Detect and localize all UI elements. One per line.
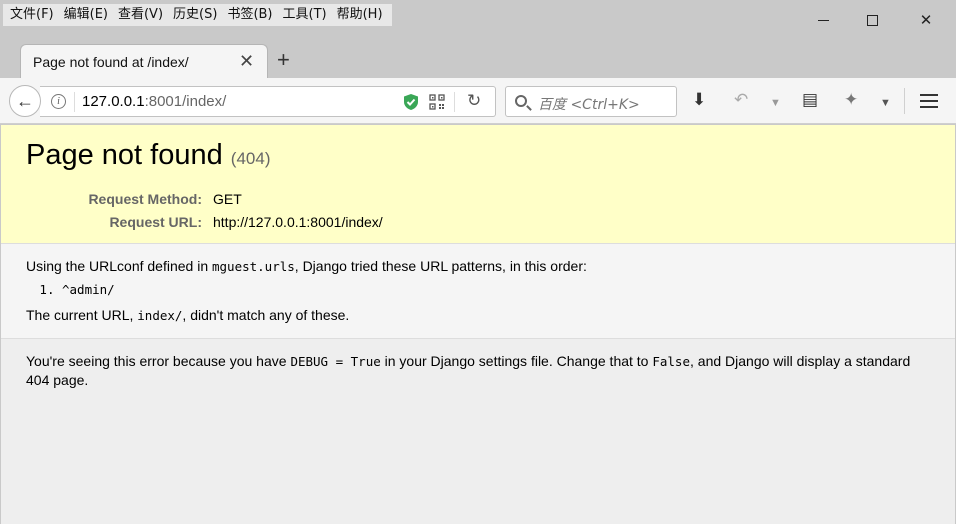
urlconf-info: Using the URLconf defined in mguest.urls…: [1, 244, 955, 339]
url-path: :8001/index/: [144, 93, 227, 110]
explain-2: in your Django settings file. Change tha…: [380, 353, 653, 369]
url-pattern-list: ^admin/: [62, 282, 930, 298]
maximize-icon: [866, 14, 878, 26]
error-summary: Page not found (404) Request Method: GET…: [1, 125, 955, 244]
undo-icon[interactable]: ↶: [734, 90, 748, 110]
title-bar: 文件(F) 编辑(E) 查看(V) 历史(S) 书签(B) 工具(T) 帮助(H…: [0, 0, 956, 34]
url-text[interactable]: 127.0.0.1:8001/index/: [82, 93, 226, 110]
hamburger-menu-icon[interactable]: [920, 94, 938, 112]
search-placeholder: 百度 <Ctrl+K>: [538, 97, 640, 113]
url-pattern-item: ^admin/: [62, 282, 930, 298]
toolbar-divider: [904, 88, 905, 114]
menu-tools[interactable]: 工具(T): [279, 5, 333, 25]
shield-icon[interactable]: [403, 93, 419, 111]
url-host: 127.0.0.1: [82, 93, 145, 110]
close-window-button[interactable]: ✕: [903, 6, 949, 34]
info-icon[interactable]: i: [51, 94, 66, 109]
debug-explanation: You're seeing this error because you hav…: [1, 339, 955, 390]
request-method-label: Request Method:: [88, 191, 202, 207]
menu-edit[interactable]: 编辑(E): [60, 5, 114, 25]
page-title-text: Page not found: [26, 139, 223, 171]
current-url: index/: [137, 308, 183, 323]
false-value: False: [652, 354, 690, 369]
current-url-text: The current URL, index/, didn't match an…: [26, 307, 930, 324]
qr-code-icon[interactable]: [429, 94, 445, 110]
close-icon: ✕: [919, 12, 933, 29]
current-before: The current URL,: [26, 307, 138, 323]
menu-history[interactable]: 历史(S): [169, 5, 223, 25]
request-method-value: GET: [213, 191, 242, 207]
url-divider-2: [454, 92, 455, 112]
nav-bar: i 127.0.0.1:8001/index/ ↻ ← 百度 <Ctrl+K> …: [0, 78, 956, 124]
menu-help[interactable]: 帮助(H): [333, 5, 389, 25]
status-code: (404): [230, 149, 271, 168]
note-icon[interactable]: ▤: [802, 90, 818, 110]
tab-page-not-found[interactable]: Page not found at /index/ ✕: [20, 44, 268, 79]
download-icon[interactable]: ⬇: [692, 90, 706, 110]
request-url-label: Request URL:: [109, 214, 202, 230]
urlconf-before: Using the URLconf defined in: [26, 258, 212, 274]
tab-strip: Page not found at /index/ ✕ +: [0, 34, 956, 79]
minimize-button[interactable]: [800, 6, 846, 34]
request-meta: Request Method: GET Request URL: http://…: [26, 188, 383, 234]
back-arrow-icon: ←: [16, 90, 34, 111]
extension-icon[interactable]: ✦: [844, 90, 858, 110]
reload-icon[interactable]: ↻: [467, 91, 481, 111]
maximize-button[interactable]: [849, 6, 895, 34]
undo-dropdown-icon[interactable]: ▼: [770, 93, 781, 113]
menu-file[interactable]: 文件(F): [6, 5, 60, 25]
request-method-row: Request Method: GET: [26, 188, 383, 211]
page-content: Page not found (404) Request Method: GET…: [0, 125, 956, 524]
debug-setting: DEBUG = True: [290, 354, 381, 369]
search-icon: [515, 95, 527, 107]
request-url-row: Request URL: http://127.0.0.1:8001/index…: [26, 211, 383, 234]
extension-dropdown-icon[interactable]: ▼: [880, 93, 891, 113]
current-after: , didn't match any of these.: [182, 307, 350, 323]
request-url-value: http://127.0.0.1:8001/index/: [213, 214, 383, 230]
urlconf-after: , Django tried these URL patterns, in th…: [294, 258, 587, 274]
explanation-text: You're seeing this error because you hav…: [26, 352, 930, 390]
menu-bookmarks[interactable]: 书签(B): [223, 5, 278, 25]
tab-close-icon[interactable]: ✕: [239, 51, 254, 71]
explain-1: You're seeing this error because you hav…: [26, 353, 291, 369]
menu-view[interactable]: 查看(V): [114, 5, 169, 25]
tab-title: Page not found at /index/: [33, 54, 189, 70]
search-input[interactable]: 百度 <Ctrl+K>: [505, 86, 677, 117]
url-bar[interactable]: i 127.0.0.1:8001/index/ ↻: [40, 86, 496, 117]
minimize-icon: [817, 19, 829, 21]
urlconf-text: Using the URLconf defined in mguest.urls…: [26, 258, 930, 275]
page-title: Page not found (404): [26, 139, 955, 172]
url-divider: [74, 92, 75, 112]
new-tab-button[interactable]: +: [277, 48, 290, 72]
back-button[interactable]: ←: [9, 85, 41, 117]
urlconf-module: mguest.urls: [212, 259, 295, 274]
menu-bar: 文件(F) 编辑(E) 查看(V) 历史(S) 书签(B) 工具(T) 帮助(H…: [3, 4, 392, 26]
